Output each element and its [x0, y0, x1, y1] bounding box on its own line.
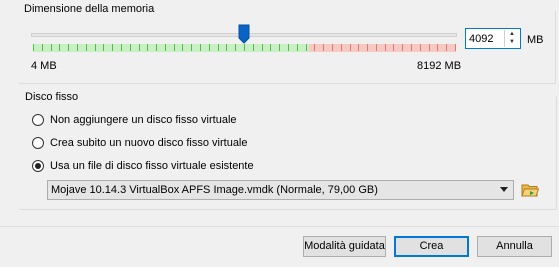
memory-max-label: 8192 MB	[417, 60, 462, 72]
slider-tick	[226, 44, 227, 51]
slider-tick	[68, 44, 69, 51]
slider-tick	[350, 44, 351, 51]
slider-tick	[420, 44, 421, 51]
slider-tick	[358, 44, 359, 51]
slider-tick	[191, 44, 192, 51]
slider-tick	[139, 44, 140, 51]
slider-tick	[130, 44, 131, 51]
slider-tick	[86, 44, 87, 51]
slider-tick	[411, 44, 412, 51]
slider-tick	[244, 44, 245, 51]
slider-tick	[367, 44, 368, 51]
slider-tick	[270, 44, 271, 51]
disk-file-selected-value: Mojave 10.14.3 VirtualBox APFS Image.vmd…	[51, 184, 378, 196]
slider-tick	[437, 44, 438, 51]
slider-tick	[121, 44, 122, 51]
radio-existing-disk[interactable]	[32, 160, 44, 172]
slider-tick	[156, 44, 157, 51]
radio-no-disk-label[interactable]: Non aggiungere un disco fisso virtuale	[50, 114, 237, 126]
slider-tick	[314, 44, 315, 51]
slider-tick	[376, 44, 377, 51]
slider-tick	[235, 44, 236, 51]
memory-size-title: Dimensione della memoria	[21, 2, 158, 16]
slider-tick	[218, 44, 219, 51]
memory-slider-thumb[interactable]	[238, 24, 250, 44]
create-button[interactable]: Crea	[394, 236, 469, 257]
memory-value-input[interactable]	[469, 31, 503, 46]
disk-file-select[interactable]: Mojave 10.14.3 VirtualBox APFS Image.vmd…	[47, 180, 514, 200]
slider-tick	[297, 44, 298, 51]
slider-tick	[306, 44, 307, 51]
slider-tick	[323, 44, 324, 51]
memory-spin-arrows[interactable]: ▲ ▼	[504, 30, 519, 47]
radio-no-disk[interactable]	[32, 114, 44, 126]
radio-existing-disk-label[interactable]: Usa un file di disco fisso virtuale esis…	[50, 160, 254, 172]
slider-tick	[95, 44, 96, 51]
spin-up-icon[interactable]: ▲	[505, 30, 519, 38]
slider-tick	[51, 44, 52, 51]
slider-tick	[42, 44, 43, 51]
slider-tick	[200, 44, 201, 51]
folder-open-icon[interactable]	[521, 181, 539, 199]
memory-slider-scale	[33, 44, 456, 52]
slider-tick	[385, 44, 386, 51]
slider-tick	[279, 44, 280, 51]
slider-tick	[103, 44, 104, 51]
slider-tick	[112, 44, 113, 51]
slider-tick	[182, 44, 183, 51]
slider-tick	[59, 44, 60, 51]
slider-tick	[253, 44, 254, 51]
dialog-footer	[0, 226, 559, 267]
slider-tick	[165, 44, 166, 51]
slider-tick	[209, 44, 210, 51]
memory-spinbox[interactable]: ▲ ▼	[465, 28, 521, 49]
slider-tick	[429, 44, 430, 51]
slider-tick	[33, 44, 34, 51]
dropdown-arrow-icon[interactable]	[500, 187, 508, 192]
guided-mode-button[interactable]: Modalità guidata	[303, 236, 386, 257]
slider-tick	[288, 44, 289, 51]
slider-tick	[341, 44, 342, 51]
slider-tick	[455, 44, 456, 51]
slider-tick	[147, 44, 148, 51]
memory-min-label: 4 MB	[31, 60, 57, 72]
safe-range-bar	[33, 44, 309, 52]
hard-disk-title: Disco fisso	[22, 90, 82, 104]
slider-tick	[262, 44, 263, 51]
slider-tick	[174, 44, 175, 51]
slider-tick	[77, 44, 78, 51]
radio-create-disk[interactable]	[32, 137, 44, 149]
memory-unit-label: MB	[527, 34, 544, 46]
cancel-button[interactable]: Annulla	[477, 236, 552, 257]
radio-create-disk-label[interactable]: Crea subito un nuovo disco fisso virtual…	[50, 137, 248, 149]
slider-tick	[446, 44, 447, 51]
slider-tick	[402, 44, 403, 51]
spin-down-icon[interactable]: ▼	[505, 38, 519, 46]
slider-tick	[393, 44, 394, 51]
slider-tick	[332, 44, 333, 51]
